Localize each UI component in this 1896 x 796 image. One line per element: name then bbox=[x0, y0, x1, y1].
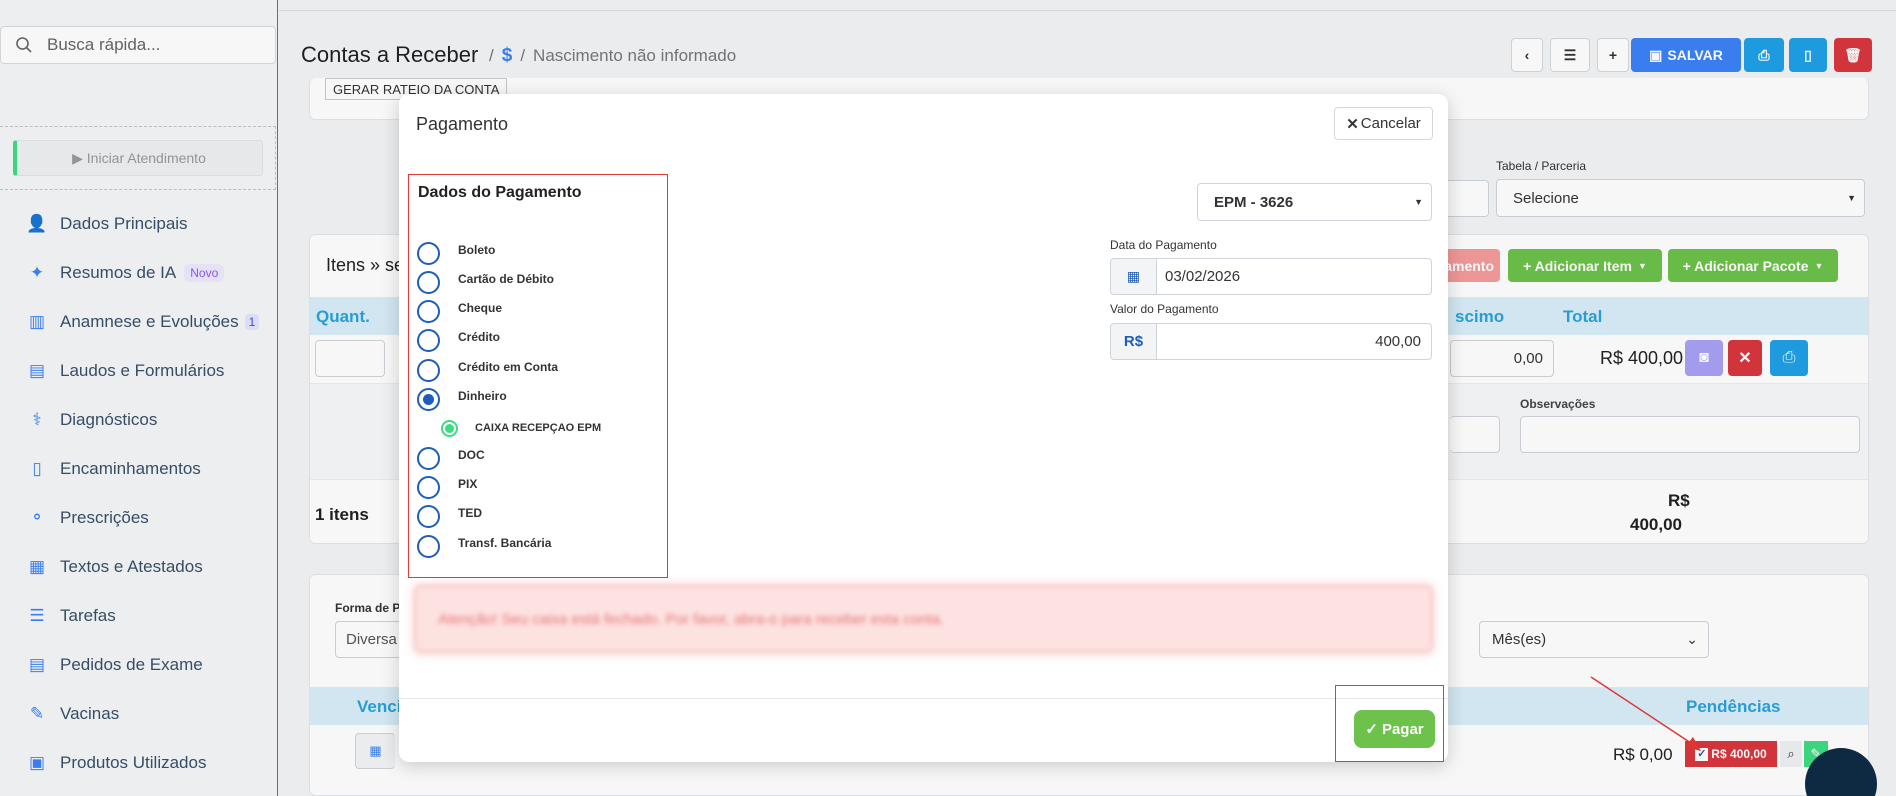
radio-button[interactable] bbox=[417, 476, 440, 499]
radio-label: Cheque bbox=[458, 300, 503, 315]
radio-button[interactable] bbox=[417, 505, 440, 528]
radio-button[interactable] bbox=[417, 242, 440, 265]
alert-text: Atenção! Seu caixa está fechado. Por fav… bbox=[438, 611, 945, 628]
date-value: 03/02/2026 bbox=[1165, 268, 1241, 285]
radio-credito-conta[interactable]: Crédito em Conta bbox=[417, 356, 558, 385]
date-input[interactable]: 03/02/2026 bbox=[1156, 258, 1432, 295]
radio-label: TED bbox=[458, 505, 482, 520]
modal-footer-divider bbox=[399, 698, 1448, 699]
radio-ted[interactable]: TED bbox=[417, 502, 482, 531]
radio-cartao-debito[interactable]: Cartão de Débito bbox=[417, 268, 554, 297]
radio-label: Dinheiro bbox=[458, 388, 507, 403]
radio-button[interactable] bbox=[417, 447, 440, 470]
check-icon: ✓ bbox=[1365, 721, 1378, 738]
radio-caixa-recepcao[interactable]: CAIXA RECEPÇAO EPM bbox=[441, 414, 601, 443]
cancel-button[interactable]: ✕ Cancelar bbox=[1334, 107, 1433, 140]
radio-label: Crédito bbox=[458, 329, 500, 344]
radio-label: Transf. Bancária bbox=[458, 535, 552, 550]
radio-label: DOC bbox=[458, 447, 485, 462]
radio-label: Crédito em Conta bbox=[458, 359, 559, 374]
pay-button[interactable]: ✓ Pagar bbox=[1354, 710, 1435, 748]
radio-credito[interactable]: Crédito bbox=[417, 326, 500, 355]
value-label: Valor do Pagamento bbox=[1110, 302, 1219, 316]
calendar-icon: ▦ bbox=[1126, 268, 1141, 284]
pay-label: Pagar bbox=[1381, 720, 1424, 738]
payment-section-title: Dados do Pagamento bbox=[418, 184, 582, 201]
value-input[interactable]: 400,00 bbox=[1156, 323, 1432, 360]
radio-button[interactable] bbox=[417, 535, 440, 558]
radio-button[interactable] bbox=[417, 329, 440, 352]
radio-button[interactable] bbox=[417, 359, 440, 382]
payment-method-group: Dados do Pagamento Boleto Cartão de Débi… bbox=[408, 174, 668, 578]
date-calendar-addon[interactable]: ▦ bbox=[1110, 258, 1157, 295]
cash-closed-alert: Atenção! Seu caixa está fechado. Por fav… bbox=[415, 586, 1432, 652]
radio-button-selected[interactable] bbox=[417, 388, 440, 411]
pay-button-highlight: ✓ Pagar bbox=[1335, 685, 1444, 762]
account-select-value: EPM - 3626 bbox=[1214, 193, 1294, 211]
radio-label: CAIXA RECEPÇAO EPM bbox=[475, 421, 602, 434]
radio-button[interactable] bbox=[417, 271, 440, 294]
radio-pix[interactable]: PIX bbox=[417, 473, 477, 502]
radio-doc[interactable]: DOC bbox=[417, 444, 485, 473]
radio-label: PIX bbox=[458, 476, 478, 491]
radio-boleto[interactable]: Boleto bbox=[417, 239, 495, 268]
radio-cheque[interactable]: Cheque bbox=[417, 297, 502, 326]
radio-transf-bancaria[interactable]: Transf. Bancária bbox=[417, 532, 551, 561]
cancel-label: Cancelar bbox=[1360, 115, 1421, 132]
account-select[interactable]: EPM - 3626 ▼ bbox=[1197, 183, 1432, 221]
radio-button[interactable] bbox=[417, 300, 440, 323]
radio-label: Cartão de Débito bbox=[458, 271, 555, 286]
currency-prefix: R$ bbox=[1123, 333, 1144, 350]
currency-addon: R$ bbox=[1110, 323, 1157, 360]
radio-label: Boleto bbox=[458, 242, 496, 257]
chevron-down-icon: ▼ bbox=[1414, 197, 1423, 207]
value-amount: 400,00 bbox=[1375, 333, 1421, 350]
radio-button-selected[interactable] bbox=[441, 420, 458, 437]
date-label: Data do Pagamento bbox=[1110, 238, 1217, 252]
modal-title: Pagamento bbox=[416, 114, 509, 134]
radio-dinheiro[interactable]: Dinheiro bbox=[417, 385, 507, 414]
payment-modal: Pagamento ✕ Cancelar Dados do Pagamento B… bbox=[399, 94, 1448, 762]
close-icon: ✕ bbox=[1346, 115, 1359, 133]
